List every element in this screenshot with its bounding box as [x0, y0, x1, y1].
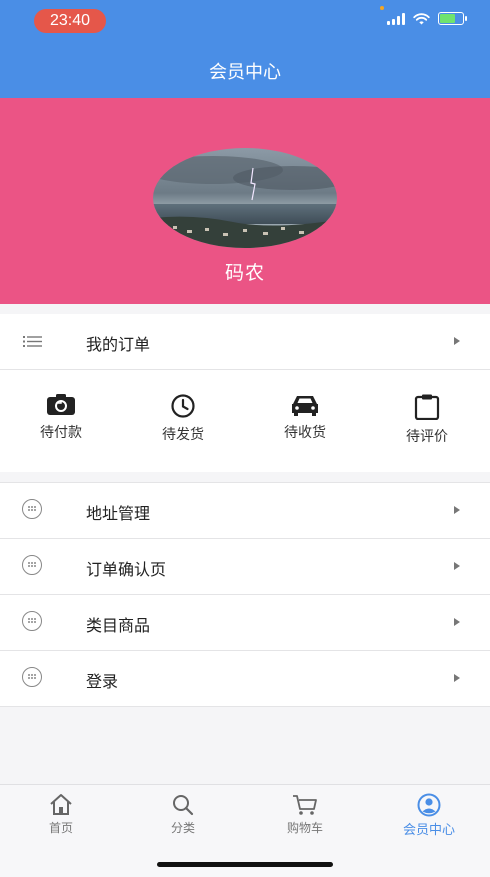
- menu-item-order-confirm[interactable]: 订单确认页: [0, 539, 490, 595]
- tab-category[interactable]: 分类: [138, 793, 228, 836]
- tab-cart[interactable]: 购物车: [260, 793, 350, 836]
- dots-circle-icon: [22, 667, 42, 687]
- dots-circle-icon: [22, 499, 42, 519]
- car-icon: [292, 396, 318, 416]
- order-status-bar: 待付款 待发货 待收货 待评价: [0, 370, 490, 472]
- avatar-photo: [153, 148, 337, 248]
- battery-icon: [438, 12, 467, 25]
- status-pending-shipment-label: 待发货: [162, 427, 204, 443]
- chevron-right-icon: [454, 674, 460, 682]
- status-pending-payment-label: 待付款: [40, 425, 82, 441]
- tab-member-center-label: 会员中心: [402, 823, 455, 838]
- username: 码农: [224, 262, 265, 284]
- status-icons: [387, 12, 467, 25]
- home-indicator: [157, 862, 333, 867]
- camera-icon: [47, 394, 75, 415]
- tab-category-label: 分类: [170, 821, 195, 835]
- status-pending-receipt-label: 待收货: [284, 425, 326, 441]
- menu-item-label: 登录: [86, 672, 119, 691]
- menu-item-label: 地址管理: [86, 504, 151, 523]
- status-time: 23:40: [34, 9, 106, 33]
- tab-cart-label: 购物车: [286, 821, 323, 835]
- dots-circle-icon: [22, 611, 42, 631]
- status-bar: 23:40: [0, 0, 490, 44]
- privacy-indicator: [380, 6, 384, 10]
- status-pending-review-label: 待评价: [406, 429, 448, 445]
- chevron-right-icon: [454, 618, 460, 626]
- menu-item-address[interactable]: 地址管理: [0, 483, 490, 539]
- avatar[interactable]: [153, 148, 337, 248]
- tab-home[interactable]: 首页: [16, 793, 106, 836]
- clipboard-icon: [414, 394, 440, 420]
- menu-item-label: 订单确认页: [86, 560, 167, 579]
- signal-icon: [387, 12, 405, 25]
- dots-circle-icon: [22, 555, 42, 575]
- my-orders-label: 我的订单: [86, 335, 151, 354]
- home-icon: [50, 794, 72, 815]
- chevron-right-icon: [454, 337, 460, 345]
- menu-item-login[interactable]: 登录: [0, 651, 490, 707]
- status-pending-payment[interactable]: 待付款: [16, 394, 106, 442]
- my-orders-row[interactable]: 我的订单: [0, 314, 490, 370]
- chevron-right-icon: [454, 562, 460, 570]
- clock-icon: [171, 394, 195, 418]
- list-icon: [23, 336, 42, 347]
- menu-list: 地址管理 订单确认页 类目商品 登录: [0, 482, 490, 707]
- wifi-icon: [413, 12, 430, 24]
- status-pending-shipment[interactable]: 待发货: [138, 394, 228, 444]
- tab-home-label: 首页: [48, 821, 73, 835]
- chevron-right-icon: [454, 506, 460, 514]
- menu-item-label: 类目商品: [86, 616, 151, 635]
- search-icon: [173, 795, 194, 816]
- menu-item-category-goods[interactable]: 类目商品: [0, 595, 490, 651]
- cart-icon: [293, 795, 317, 815]
- tab-member-center[interactable]: 会员中心: [384, 793, 474, 838]
- page-title: 会员中心: [209, 62, 281, 83]
- nav-bar: 会员中心: [0, 44, 490, 98]
- my-orders-card: 我的订单: [0, 314, 490, 370]
- profile-header: 码农: [0, 98, 490, 304]
- status-pending-review[interactable]: 待评价: [382, 394, 472, 446]
- user-icon: [417, 793, 441, 817]
- status-pending-receipt[interactable]: 待收货: [260, 394, 350, 442]
